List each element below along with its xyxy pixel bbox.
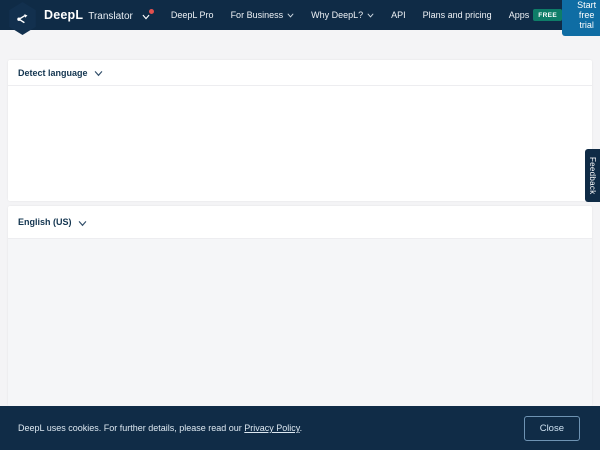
source-language-selector[interactable]: Detect language [8, 60, 592, 86]
navbar-right-group: Start free trial [562, 0, 600, 36]
start-free-trial-button[interactable]: Start free trial [562, 0, 600, 36]
product-switcher-chevron-icon[interactable] [142, 13, 149, 20]
chevron-down-icon [367, 12, 374, 19]
nav-item-api[interactable]: API [391, 10, 406, 20]
target-panel: English (US) [8, 206, 592, 406]
cookie-banner: DeepL uses cookies. For further details,… [0, 406, 600, 450]
nav-item-why-deepl[interactable]: Why DeepL? [311, 10, 374, 20]
notification-dot [149, 9, 154, 14]
feedback-tab[interactable]: Feedback [585, 149, 600, 202]
chevron-down-icon [78, 219, 85, 226]
deepl-logo[interactable] [8, 2, 37, 35]
chevron-down-icon [287, 12, 294, 19]
product-switcher[interactable]: Translator [88, 11, 133, 22]
chevron-down-icon [94, 69, 101, 76]
deepl-logo-icon [14, 10, 31, 27]
brand-group: DeepL Translator [44, 8, 149, 22]
close-button[interactable]: Close [524, 416, 580, 441]
target-language-selector[interactable]: English (US) [8, 206, 592, 239]
nav-item-for-business[interactable]: For Business [231, 10, 295, 20]
source-panel: Detect language [8, 60, 592, 201]
source-text-input[interactable] [8, 86, 592, 200]
target-language-label: English (US) [18, 217, 72, 227]
nav-item-deepl-pro[interactable]: DeepL Pro [171, 10, 214, 20]
main-nav: DeepL Pro For Business Why DeepL? API Pl… [171, 9, 562, 21]
source-language-label: Detect language [18, 68, 88, 78]
top-navbar: DeepL Translator DeepL Pro For Business … [0, 0, 600, 30]
free-badge: FREE [533, 9, 562, 21]
privacy-policy-link[interactable]: Privacy Policy [244, 423, 299, 433]
brand-name: DeepL [44, 8, 83, 22]
target-text-output [8, 239, 592, 406]
cookie-banner-text: DeepL uses cookies. For further details,… [18, 423, 524, 433]
nav-item-plans-and-pricing[interactable]: Plans and pricing [423, 10, 492, 20]
nav-item-apps[interactable]: Apps FREE [509, 9, 562, 21]
